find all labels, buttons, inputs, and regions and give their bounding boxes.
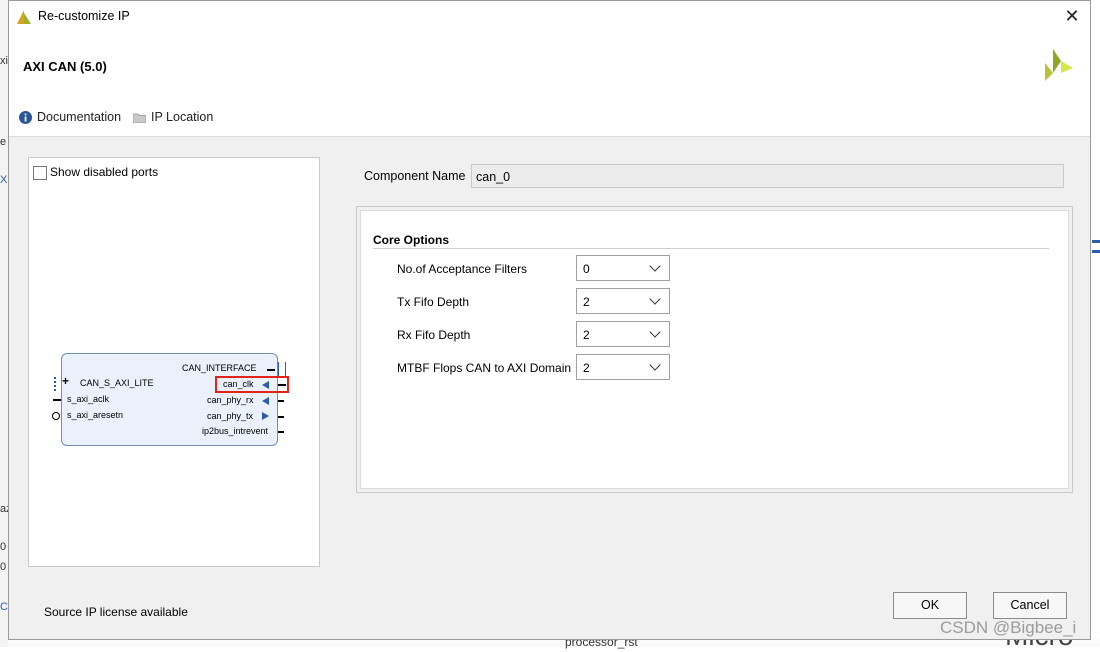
folder-icon [133, 113, 146, 123]
core-options-body: Core Options No.of Acceptance Filters 0 … [360, 210, 1069, 489]
component-name-label: Component Name [364, 169, 466, 183]
background-fragment: X [0, 174, 8, 186]
acceptance-filters-label: No.of Acceptance Filters [397, 262, 528, 276]
background-fragment: xi [0, 55, 8, 67]
documentation-label: Documentation [37, 110, 122, 124]
port-ip2bus-intrevent: ip2bus_intrevent [202, 426, 269, 436]
acceptance-filters-select[interactable]: 0 [576, 255, 670, 281]
ip-location-link[interactable]: IP Location [133, 110, 213, 124]
tx-fifo-depth-select[interactable]: 2 [576, 288, 670, 314]
port-can-phy-tx: can_phy_tx [207, 411, 254, 421]
interface-bus-pin-right [278, 362, 286, 376]
port-can-phy-rx: can_phy_rx [207, 395, 254, 405]
input-arrow-icon [262, 397, 269, 405]
component-name-field[interactable]: can_0 [471, 164, 1064, 188]
cancel-button[interactable]: Cancel [993, 592, 1067, 619]
core-options-divider [373, 248, 1049, 249]
ip-header: AXI CAN (5.0) Documentation IP Location [9, 32, 1090, 137]
pin-s-axi-aresetn-bubble [52, 412, 60, 420]
chevron-down-icon [649, 359, 661, 371]
title-bar: Re-customize IP ✕ [9, 1, 1090, 32]
interface-bus-pin-left [54, 377, 60, 391]
pin-can-phy-rx [278, 400, 284, 402]
ip-symbol-panel: Show disabled ports + CAN_S_AXI_LITE s_a… [28, 157, 320, 567]
show-disabled-ports-checkbox[interactable] [33, 166, 47, 180]
background-window-bottom [8, 639, 1100, 647]
select-value: 2 [583, 361, 590, 375]
pin-ip2bus-intrevent [278, 431, 284, 433]
select-value: 2 [583, 295, 590, 309]
output-arrow-icon [262, 412, 269, 420]
core-options-title: Core Options [373, 233, 450, 247]
chevron-down-icon [649, 326, 661, 338]
vivado-app-icon [17, 10, 31, 24]
background-line [1092, 250, 1100, 253]
rx-fifo-depth-select[interactable]: 2 [576, 321, 670, 347]
plus-icon[interactable]: + [62, 374, 69, 388]
window-title: Re-customize IP [38, 9, 130, 23]
tx-fifo-depth-label: Tx Fifo Depth [397, 295, 470, 309]
pin-s-axi-aclk [53, 399, 61, 401]
pin-can-phy-tx [278, 416, 284, 418]
interface-pin [267, 369, 275, 371]
csdn-watermark: CSDN @Bigbee_i [940, 618, 1077, 637]
background-fragment: e [0, 136, 7, 148]
documentation-link[interactable]: Documentation [19, 110, 121, 124]
select-value: 0 [583, 262, 590, 276]
ip-block-symbol: + CAN_S_AXI_LITE s_axi_aclk s_axi_areset… [61, 353, 278, 446]
background-fragment: 0 [0, 541, 7, 553]
rx-fifo-depth-label: Rx Fifo Depth [397, 328, 471, 342]
ip-name-title: AXI CAN (5.0) [23, 59, 107, 74]
port-s-axi-aclk: s_axi_aclk [67, 394, 110, 404]
select-value: 2 [583, 328, 590, 342]
info-icon [19, 110, 32, 124]
chevron-down-icon [649, 260, 661, 272]
port-s-axi-aresetn: s_axi_aresetn [67, 410, 124, 420]
background-fragment: 0 [0, 561, 7, 573]
port-can-interface: CAN_INTERFACE [182, 363, 257, 373]
xilinx-logo-icon [1045, 49, 1073, 81]
show-disabled-ports-label: Show disabled ports [50, 165, 159, 179]
close-icon[interactable]: ✕ [1060, 4, 1084, 28]
mtbf-flops-label: MTBF Flops CAN to AXI Domain [397, 361, 572, 375]
mtbf-flops-select[interactable]: 2 [576, 354, 670, 380]
license-status-text: Source IP license available [44, 605, 188, 619]
core-options-panel: Core Options No.of Acceptance Filters 0 … [356, 206, 1073, 493]
ip-location-label: IP Location [151, 110, 214, 124]
background-fragment: C [0, 601, 8, 613]
ok-button[interactable]: OK [893, 592, 967, 619]
chevron-down-icon [649, 293, 661, 305]
re-customize-ip-dialog: Re-customize IP ✕ AXI CAN (5.0) Document… [8, 0, 1091, 640]
highlight-box [215, 376, 289, 393]
port-can-s-axi-lite: CAN_S_AXI_LITE [80, 378, 154, 388]
background-line [1092, 240, 1100, 243]
